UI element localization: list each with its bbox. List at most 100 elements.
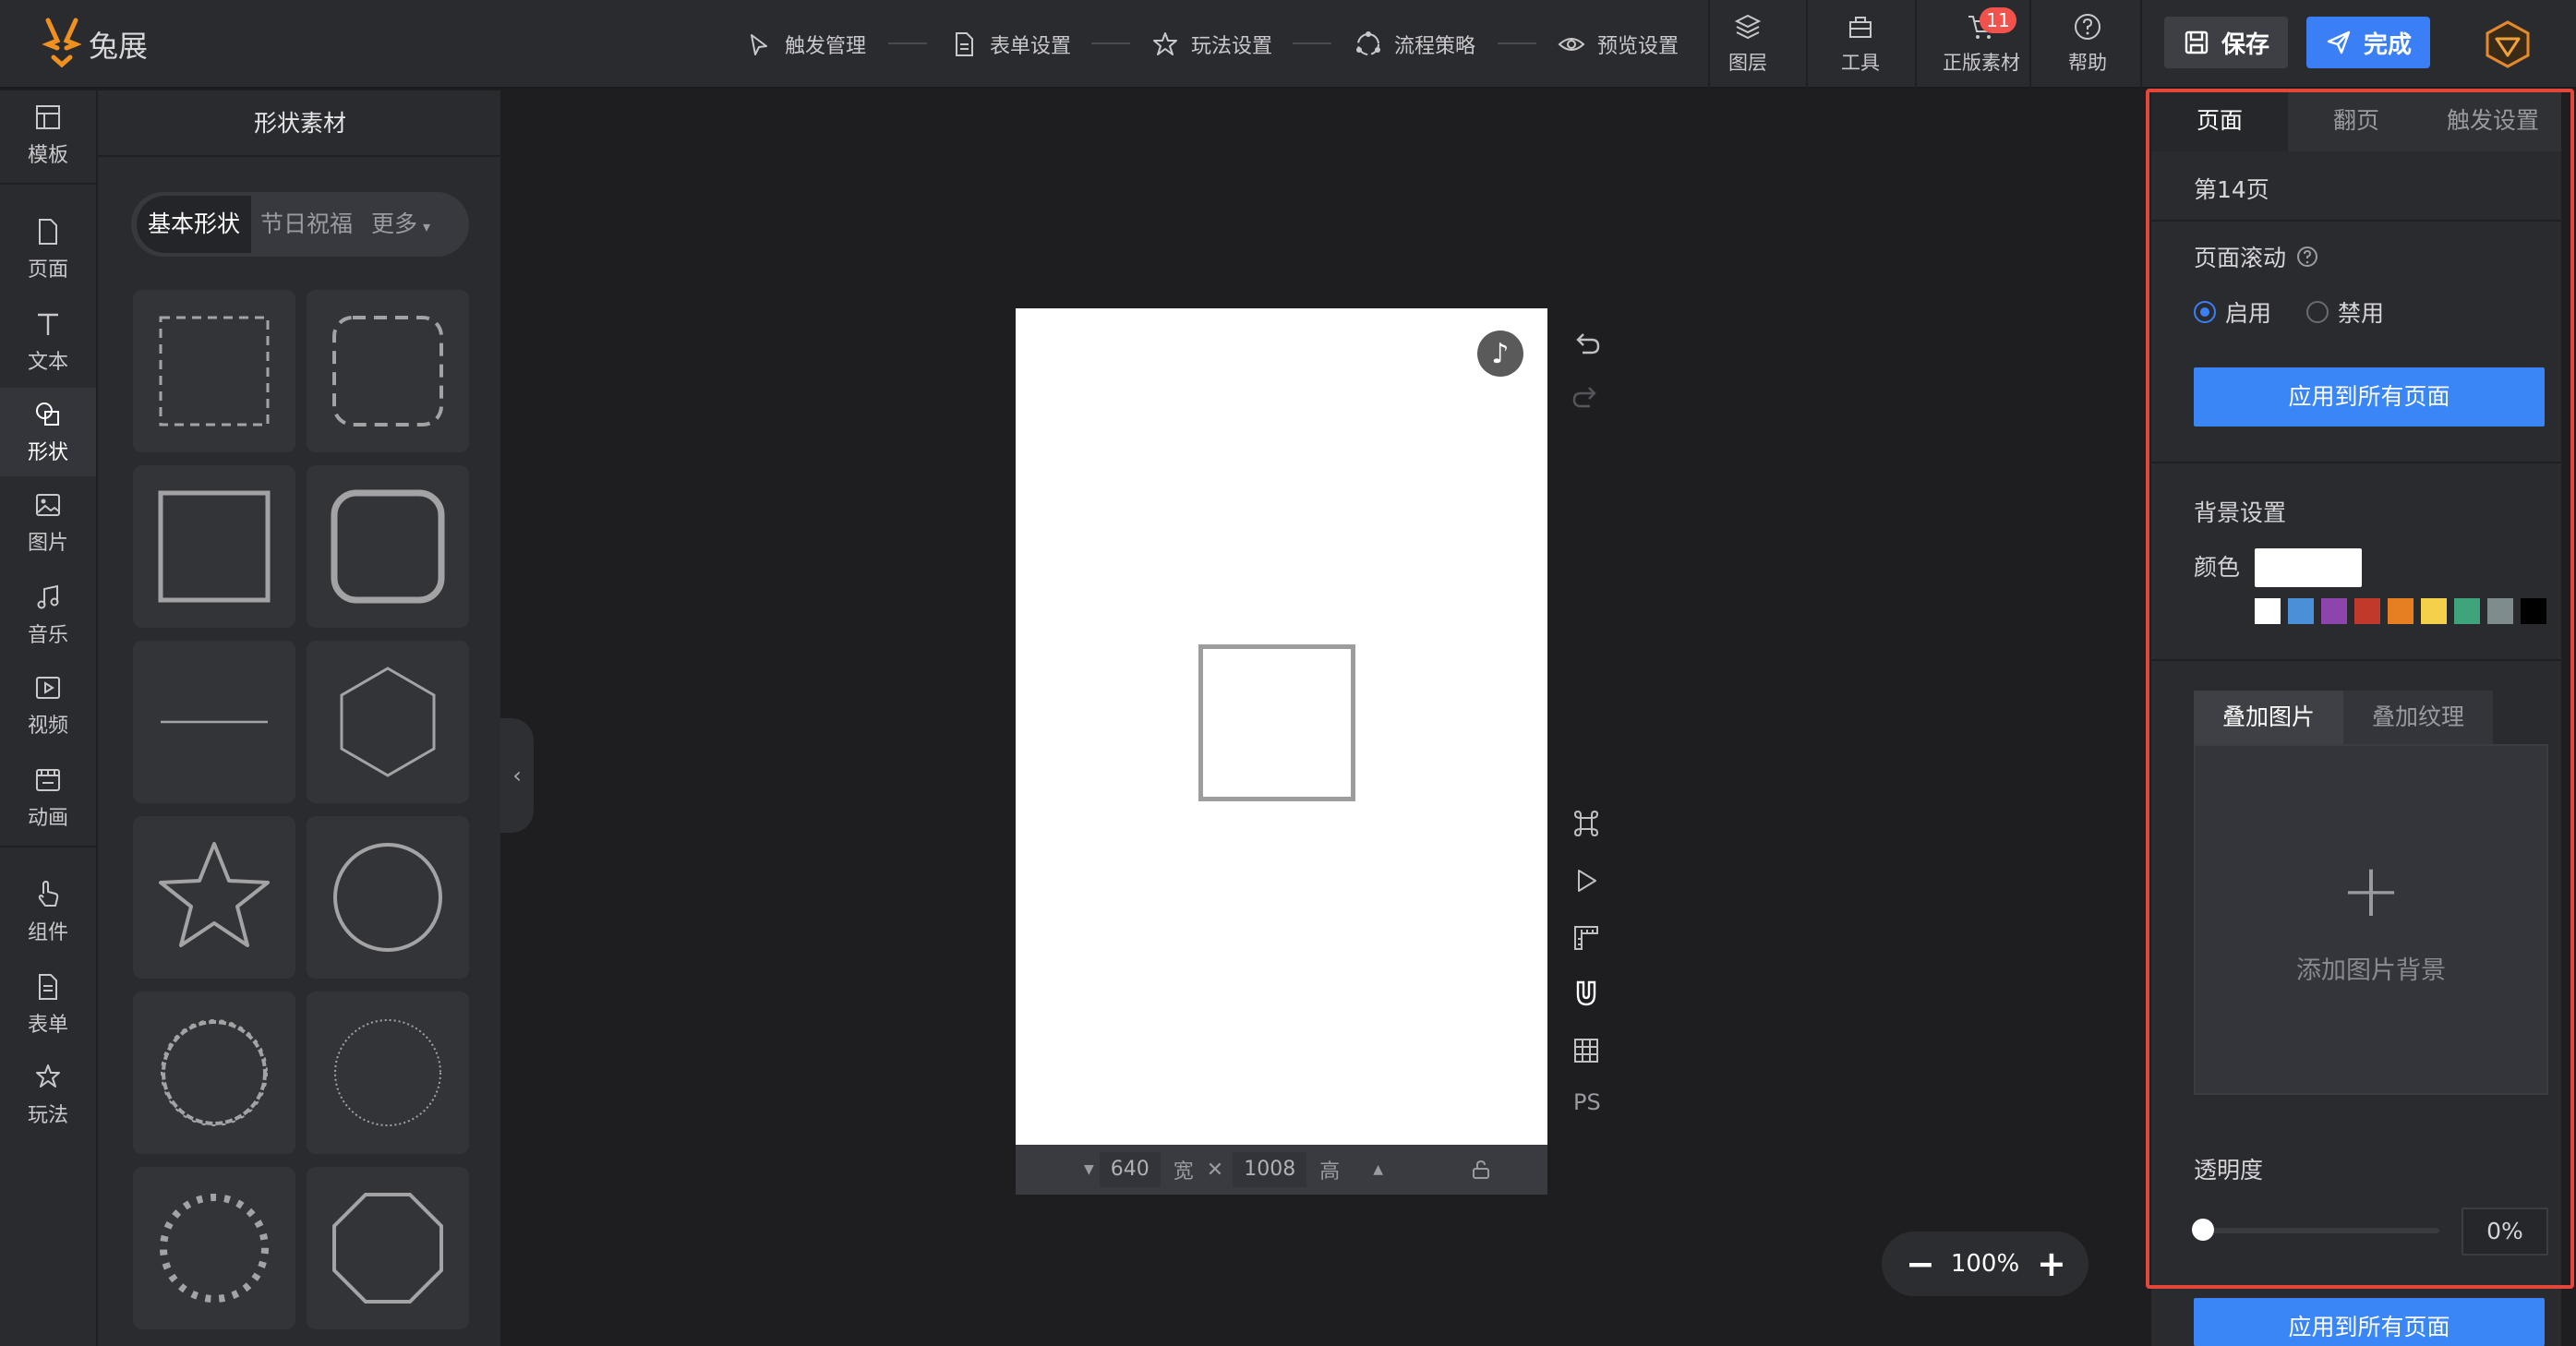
star-shape <box>159 842 270 947</box>
cursor-tap-icon <box>751 34 767 55</box>
left-rail: 模板 页面 文本 形状 图片 音乐 视频 动画 组件 表单 玩法 <box>0 90 96 1346</box>
tool-tools[interactable]: 工具 <box>1819 11 1902 79</box>
apply-to-all-pages-button-bottom[interactable]: 应用到所有页面 <box>2194 1298 2545 1346</box>
caret-up-icon[interactable]: ▲ <box>1373 1162 1383 1177</box>
collapse-panel-button[interactable]: ‹ <box>500 718 534 833</box>
step-connector <box>1091 42 1130 44</box>
rail-label: 表单 <box>27 1014 68 1037</box>
dashed-rounded-square-shape <box>332 316 443 427</box>
shape-wavy-circle[interactable] <box>133 991 295 1154</box>
rail-item-page[interactable]: 页面 <box>0 205 96 294</box>
video-icon <box>36 677 60 699</box>
tool-label: 帮助 <box>2068 52 2107 74</box>
star-hand-icon <box>36 1064 60 1088</box>
height-input[interactable]: 1008 <box>1233 1152 1307 1187</box>
tab-holiday-greetings[interactable]: 节日祝福 <box>251 196 362 253</box>
toolbox-icon <box>1849 17 1872 38</box>
tool-licensed-assets[interactable]: 正版素材 11 <box>1933 7 2029 79</box>
zoom-in-button[interactable]: + <box>2037 1244 2066 1284</box>
width-input[interactable]: 640 <box>1099 1152 1161 1187</box>
shape-hexagon[interactable] <box>307 641 469 803</box>
redo-icon[interactable] <box>1570 382 1603 415</box>
play-preview-icon[interactable] <box>1570 864 1603 897</box>
rail-item-component[interactable]: 组件 <box>0 868 96 956</box>
shape-beaded-circle[interactable] <box>133 1167 295 1329</box>
tool-help[interactable]: 帮助 <box>2046 11 2129 79</box>
rail-item-text[interactable]: 文本 <box>0 297 96 386</box>
ps-import-button[interactable]: PS <box>1573 1089 1601 1115</box>
rail-item-music[interactable]: 音乐 <box>0 571 96 659</box>
rail-item-animation[interactable]: 动画 <box>0 753 96 842</box>
tool-label: 工具 <box>1841 52 1880 74</box>
ruler-icon[interactable] <box>1570 921 1603 955</box>
shortcut-icon[interactable] <box>1570 807 1603 840</box>
step-form-settings[interactable]: 表单设置 <box>949 22 1071 66</box>
tool-label: 正版素材 <box>1943 52 2020 74</box>
step-play-settings[interactable]: 玩法设置 <box>1150 22 1272 66</box>
avatar[interactable] <box>2482 18 2534 70</box>
separator <box>0 183 96 185</box>
done-button[interactable]: 完成 <box>2306 17 2430 68</box>
notification-badge: 11 <box>1980 7 2016 33</box>
rail-item-form[interactable]: 表单 <box>0 960 96 1049</box>
square-element[interactable] <box>1198 644 1355 801</box>
step-connector <box>1498 42 1536 44</box>
tab-more[interactable]: 更多 ▾ <box>362 196 439 253</box>
link-dimensions-icon[interactable]: ✕ <box>1207 1159 1223 1182</box>
shape-panel: 形状素材 基本形状 节日祝福 更多 ▾ <box>96 90 502 1346</box>
editor-page[interactable]: ♪ <box>1016 308 1547 1145</box>
shape-dotted-circle[interactable] <box>307 991 469 1154</box>
dashed-square-shape <box>159 316 270 427</box>
zoom-out-button[interactable]: − <box>1906 1244 1935 1284</box>
wavy-circle-shape <box>161 1019 268 1126</box>
brand-logo[interactable]: 兔展 <box>41 17 148 72</box>
caret-down-icon: ▾ <box>423 218 431 235</box>
rabbit-logo-icon <box>42 18 82 68</box>
shape-octagon[interactable] <box>307 1167 469 1329</box>
rail-item-video[interactable]: 视频 <box>0 661 96 750</box>
height-unit: 高 <box>1319 1160 1341 1184</box>
step-trigger-management[interactable]: 触发管理 <box>744 22 866 66</box>
shape-dashed-square[interactable] <box>133 290 295 452</box>
rail-item-play[interactable]: 玩法 <box>0 1051 96 1139</box>
rail-label: 玩法 <box>27 1104 68 1127</box>
rail-label: 文本 <box>27 351 68 374</box>
help-icon <box>2075 14 2101 40</box>
shape-dashed-rounded-square[interactable] <box>307 290 469 452</box>
rail-label: 页面 <box>27 258 68 282</box>
shape-icon <box>36 403 59 426</box>
zoom-level: 100% <box>1950 1250 2020 1278</box>
lock-icon[interactable] <box>1470 1159 1492 1181</box>
rail-item-image[interactable]: 图片 <box>0 478 96 567</box>
rail-item-template[interactable]: 模板 <box>0 90 96 179</box>
music-toggle-icon[interactable]: ♪ <box>1477 330 1523 377</box>
step-label: 预览设置 <box>1597 35 1679 58</box>
rail-item-shape[interactable]: 形状 <box>0 388 96 476</box>
step-label: 表单设置 <box>990 35 1072 58</box>
image-icon <box>36 494 60 516</box>
panel-title: 形状素材 <box>98 90 502 157</box>
step-preview-settings[interactable]: 预览设置 <box>1557 22 1679 66</box>
tab-more-label: 更多 <box>371 210 418 237</box>
dotted-circle-shape <box>334 1019 441 1126</box>
tab-basic-shapes[interactable]: 基本形状 <box>137 196 252 253</box>
done-label: 完成 <box>2363 30 2412 59</box>
rail-label: 视频 <box>27 715 68 738</box>
step-flow-strategy[interactable]: 流程策略 <box>1354 22 1475 66</box>
rail-label: 动画 <box>27 807 68 830</box>
shape-rounded-square[interactable] <box>307 465 469 628</box>
separator <box>0 846 96 847</box>
caret-down-icon[interactable]: ▼ <box>1084 1162 1094 1177</box>
separator <box>2140 0 2142 89</box>
rail-label: 音乐 <box>27 624 68 647</box>
save-button[interactable]: 保存 <box>2164 17 2288 68</box>
magnet-icon[interactable] <box>1570 977 1603 1010</box>
shape-star[interactable] <box>133 816 295 979</box>
grid-icon[interactable] <box>1570 1034 1603 1067</box>
undo-icon[interactable] <box>1570 329 1603 362</box>
shape-square[interactable] <box>133 465 295 628</box>
shape-line[interactable] <box>133 641 295 803</box>
tool-layers[interactable]: 图层 <box>1706 11 1789 79</box>
shape-circle[interactable] <box>307 816 469 979</box>
layers-icon <box>1734 14 1762 40</box>
